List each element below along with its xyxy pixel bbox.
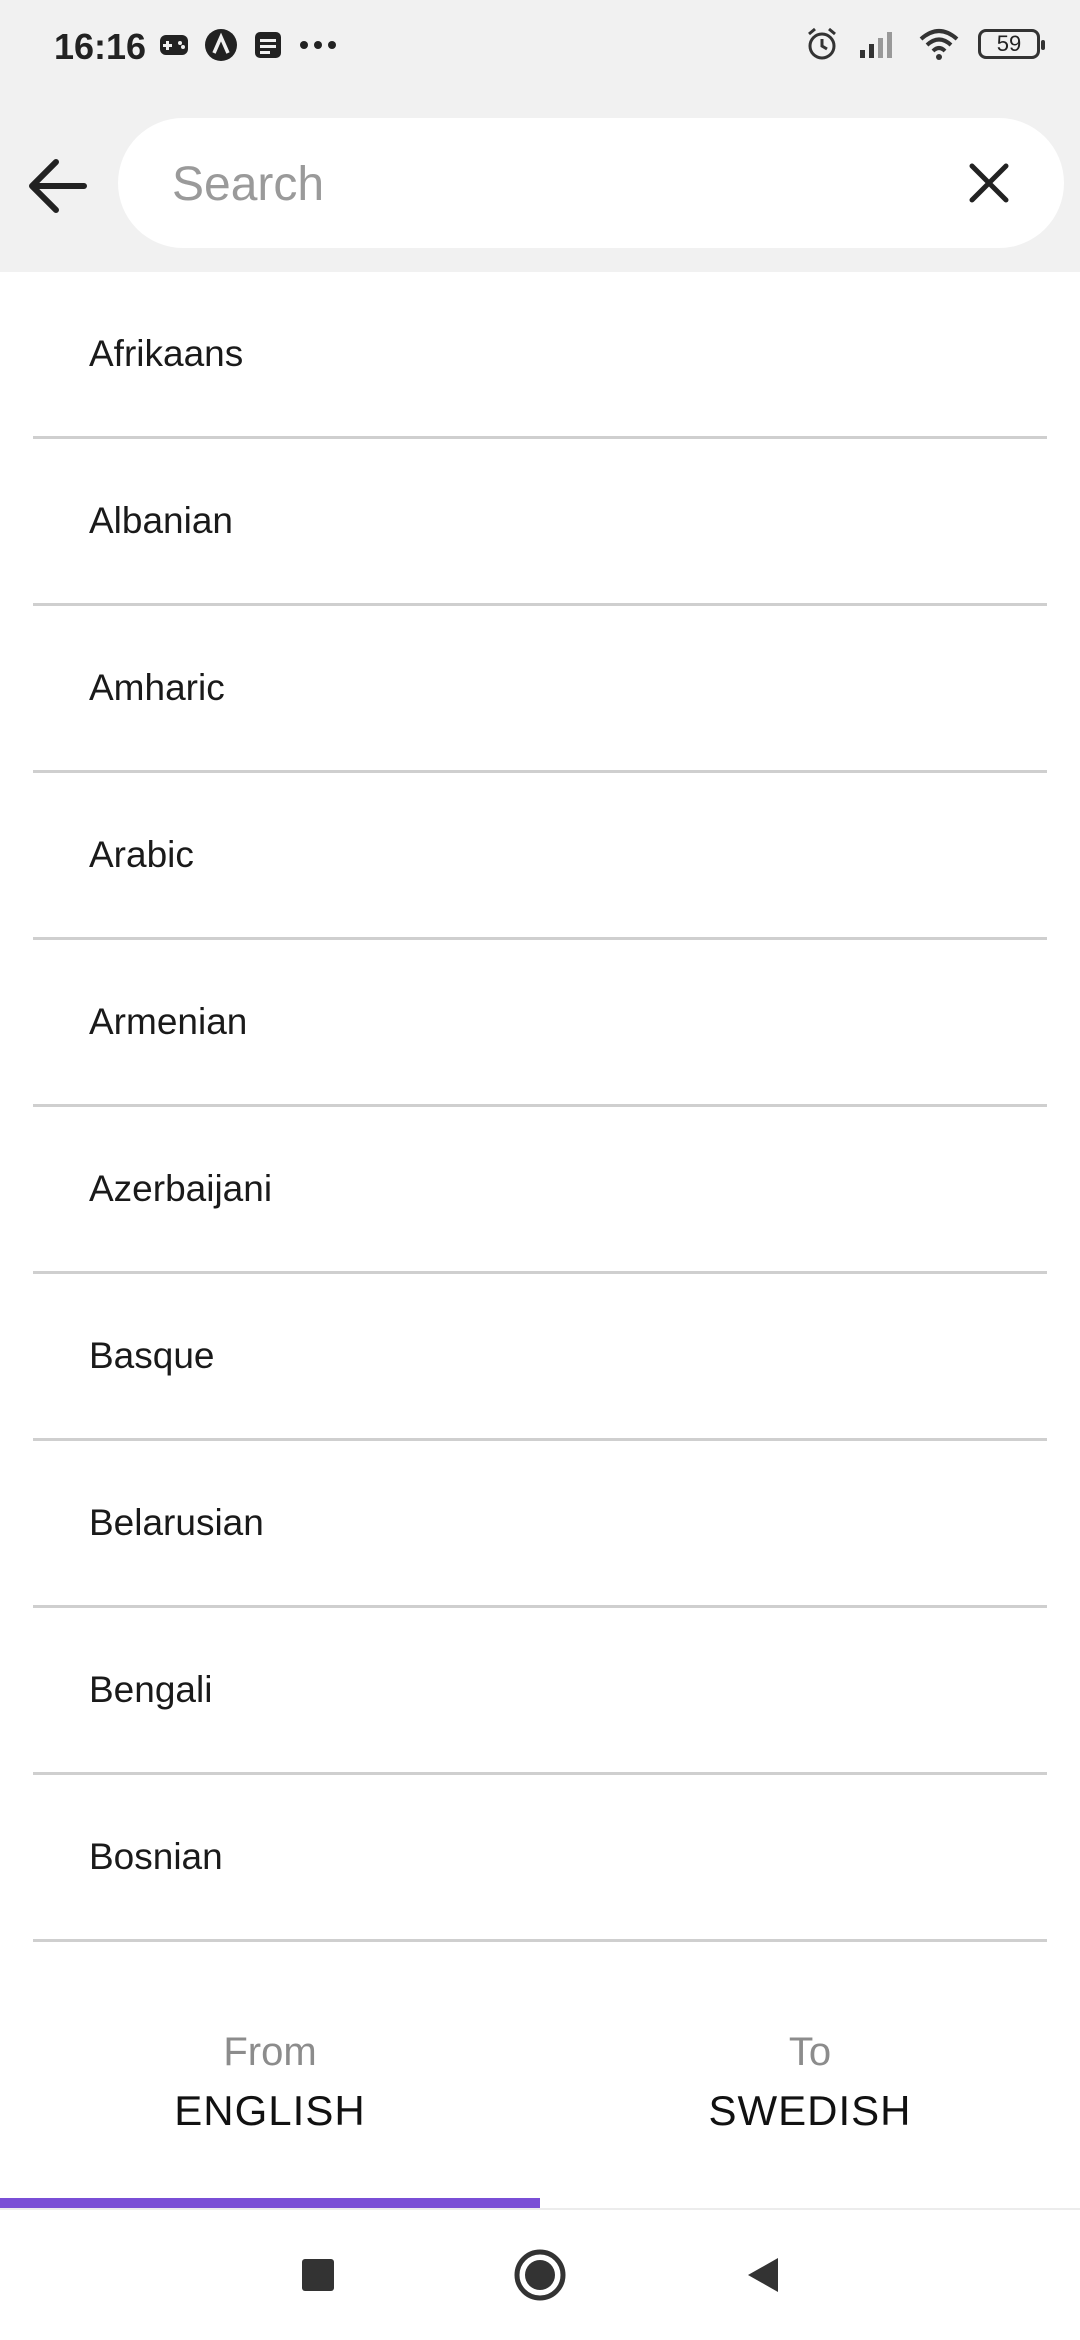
language-label: Azerbaijani	[89, 1168, 273, 1209]
language-label: Albanian	[89, 500, 234, 541]
recents-square-icon	[302, 2259, 334, 2291]
list-item-belarusian[interactable]: Belarusian	[33, 1441, 1047, 1608]
list-item-arabic[interactable]: Arabic	[33, 773, 1047, 940]
home-circle-icon	[514, 2249, 566, 2301]
tab-from-label: From	[223, 2030, 317, 2074]
home-button[interactable]	[510, 2245, 570, 2305]
system-icons: 59	[804, 26, 1045, 62]
back-triangle-icon	[748, 2258, 778, 2292]
battery-indicator: 59	[978, 29, 1045, 59]
system-navigation-bar	[0, 2210, 1080, 2340]
tab-to-language: SWEDISH	[708, 2087, 912, 2134]
tab-from-language: ENGLISH	[174, 2087, 366, 2134]
list-item-albanian[interactable]: Albanian	[33, 439, 1047, 606]
list-item-bosnian[interactable]: Bosnian	[33, 1775, 1047, 1942]
search-input[interactable]	[170, 150, 934, 218]
language-label: Afrikaans	[89, 333, 244, 374]
language-label: Belarusian	[89, 1502, 264, 1543]
list-item-bengali[interactable]: Bengali	[33, 1608, 1047, 1775]
status-bar: 16:16 59	[0, 0, 1080, 100]
tab-to-label: To	[788, 2030, 832, 2074]
back-button[interactable]	[734, 2245, 794, 2305]
search-bar	[118, 118, 1064, 248]
signal-icon	[860, 32, 892, 58]
close-icon[interactable]	[964, 158, 1014, 208]
notification-icons	[158, 28, 338, 62]
list-item-basque[interactable]: Basque	[33, 1274, 1047, 1441]
language-label: Bengali	[89, 1669, 213, 1710]
language-label: Armenian	[89, 1001, 248, 1042]
status-time: 16:16	[54, 26, 147, 67]
battery-level: 59	[996, 31, 1022, 56]
notes-icon	[255, 32, 281, 58]
language-list: Afrikaans Albanian Amharic Arabic Armeni…	[0, 272, 1080, 1942]
selected-tab-indicator	[0, 2198, 540, 2208]
list-item-azerbaijani[interactable]: Azerbaijani	[33, 1107, 1047, 1274]
tab-to[interactable]: To SWEDISH	[540, 1980, 1080, 2212]
app-a-icon	[205, 29, 237, 61]
list-item-afrikaans[interactable]: Afrikaans	[33, 272, 1047, 439]
language-label: Amharic	[89, 667, 225, 708]
gamepad-icon	[160, 35, 188, 55]
recents-button[interactable]	[288, 2245, 348, 2305]
alarm-icon	[808, 27, 836, 60]
tab-from[interactable]: From ENGLISH	[0, 1980, 540, 2212]
search-header	[0, 100, 1080, 272]
language-label: Bosnian	[89, 1836, 223, 1877]
language-direction-tabs: From ENGLISH To SWEDISH	[0, 1980, 1080, 2212]
back-arrow-icon[interactable]	[22, 150, 94, 222]
language-label: Basque	[89, 1335, 215, 1376]
more-notifications-icon	[300, 41, 336, 49]
list-item-amharic[interactable]: Amharic	[33, 606, 1047, 773]
language-label: Arabic	[89, 834, 194, 875]
list-item-armenian[interactable]: Armenian	[33, 940, 1047, 1107]
wifi-icon	[919, 29, 959, 60]
